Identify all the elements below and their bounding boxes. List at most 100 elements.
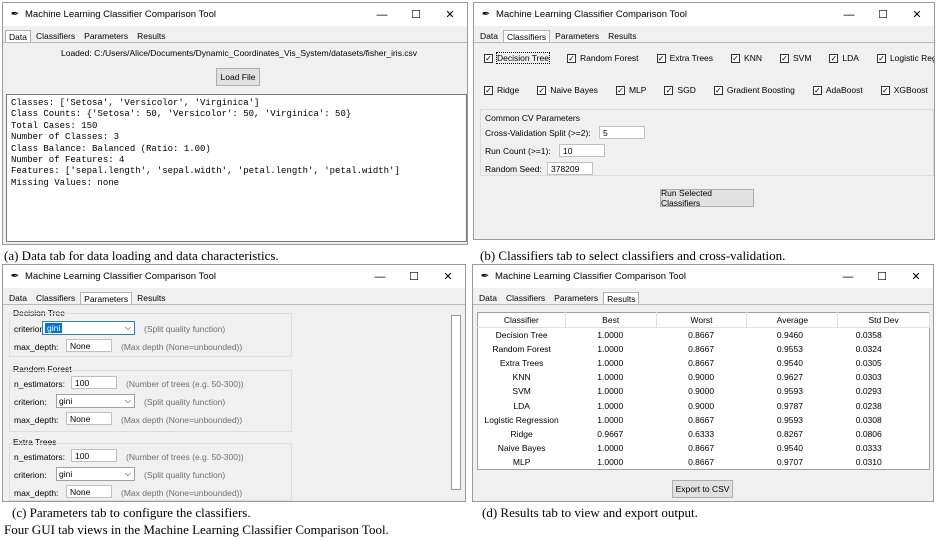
tab-data[interactable]: Data — [476, 29, 502, 42]
et-max-depth-input[interactable]: None — [66, 485, 112, 498]
table-row[interactable]: Ridge 0.9667 0.6333 0.8267 0.0806 — [478, 427, 930, 441]
data-info-textarea[interactable]: Classes: ['Setosa', 'Versicolor', 'Virgi… — [6, 94, 467, 242]
maximize-button[interactable]: ☐ — [397, 265, 431, 288]
classifier-checkbox-label: AdaBoost — [825, 85, 863, 95]
classifier-checkbox-extra-trees[interactable]: ✓ Extra Trees — [656, 53, 713, 63]
results-table: Classifier Best Worst Average Std Dev Decisi… — [477, 312, 930, 470]
rf-n-estimators-input[interactable]: 100 — [71, 376, 117, 389]
table-row[interactable]: Random Forest 1.0000 0.8667 0.9553 0.0324 — [478, 342, 930, 356]
classifier-checkbox-label: LDA — [842, 53, 859, 63]
close-button[interactable]: ✕ — [900, 3, 934, 26]
tab-classifiers[interactable]: Classifiers — [502, 291, 549, 304]
column-header[interactable]: Best — [565, 312, 657, 328]
export-csv-button[interactable]: Export to CSV — [672, 480, 733, 498]
table-row[interactable]: Logistic Regression 1.0000 0.8667 0.9593 0.0… — [478, 413, 930, 427]
tab-classifiers[interactable]: Classifiers — [32, 29, 79, 42]
close-button[interactable]: ✕ — [431, 265, 465, 288]
column-header[interactable]: Average — [746, 312, 839, 328]
checkmark-icon[interactable]: ✓ — [880, 85, 890, 95]
table-row[interactable]: Extra Trees 1.0000 0.8667 0.9540 0.0305 — [478, 356, 930, 370]
classifier-checkbox-knn[interactable]: ✓ KNN — [731, 53, 762, 63]
title-bar: ✒ Machine Learning Classifier Comparison… — [474, 3, 934, 26]
dt-criterion-select[interactable]: gini ⌵ — [42, 321, 135, 335]
table-row[interactable]: Decision Tree 1.0000 0.8667 0.9460 0.0358 — [478, 328, 930, 342]
dt-max-depth-hint: (Max depth (None=unbounded)) — [121, 342, 243, 352]
table-cell: 0.8667 — [688, 329, 715, 340]
classifier-checkbox-naive-bayes[interactable]: ✓ Naive Bayes — [537, 85, 598, 95]
checkmark-icon[interactable]: ✓ — [829, 53, 839, 63]
maximize-button[interactable]: ☐ — [399, 3, 433, 26]
checkmark-icon[interactable]: ✓ — [537, 85, 547, 95]
tab-parameters[interactable]: Parameters — [550, 291, 602, 304]
checkmark-icon[interactable]: ✓ — [713, 85, 723, 95]
minimize-button[interactable]: — — [832, 3, 866, 26]
classifier-checkbox-label: MLP — [628, 85, 647, 95]
classifier-checkbox-lda[interactable]: ✓ LDA — [829, 53, 859, 63]
table-row[interactable]: KNN 1.0000 0.9000 0.9627 0.0303 — [478, 370, 930, 384]
caption-b: (b) Classifiers tab to select classifier… — [480, 248, 786, 263]
classifier-checkbox-mlp[interactable]: ✓ MLP — [615, 85, 647, 95]
minimize-button[interactable]: — — [365, 3, 399, 26]
classifier-checkbox-logistic-regression[interactable]: ✓Logistic Regression — [876, 53, 934, 63]
rf-criterion-select[interactable]: gini ⌵ — [56, 394, 135, 408]
maximize-button[interactable]: ☐ — [865, 265, 899, 288]
checkmark-icon[interactable]: ✓ — [484, 85, 493, 95]
tab-results[interactable]: Results — [133, 29, 169, 42]
classifier-checkbox-gradient-boosting[interactable]: ✓ Gradient Boosting — [713, 85, 795, 95]
random-seed-input[interactable]: 378209 — [547, 162, 593, 175]
cv-split-input[interactable]: 5 — [599, 126, 645, 139]
table-row[interactable]: Naive Bayes 1.0000 0.8667 0.9540 0.0333 — [478, 441, 930, 455]
checkmark-icon[interactable]: ✓ — [484, 53, 493, 63]
load-file-button[interactable]: Load File — [216, 68, 260, 86]
tab-results[interactable]: Results — [604, 29, 640, 42]
column-header[interactable]: Classifier — [477, 312, 566, 328]
table-cell: 0.0310 — [855, 457, 882, 468]
column-header[interactable]: Worst — [656, 312, 748, 328]
run-count-input[interactable]: 10 — [559, 144, 605, 157]
tab-parameters[interactable]: Parameters — [80, 29, 132, 42]
tab-parameters[interactable]: Parameters — [551, 29, 603, 42]
table-cell: 1.0000 — [597, 329, 624, 340]
dt-max-depth-input[interactable]: None — [66, 339, 112, 352]
tab-data[interactable]: Data — [475, 291, 501, 304]
checkmark-icon[interactable]: ✓ — [664, 85, 674, 95]
window-classifiers-tab: ✒ Machine Learning Classifier Comparison… — [473, 2, 935, 240]
classifier-checkbox-svm[interactable]: ✓ SVM — [779, 53, 811, 63]
table-row[interactable]: SVM 1.0000 0.9000 0.9593 0.0293 — [478, 384, 930, 398]
et-n-estimators-input[interactable]: 100 — [71, 449, 117, 462]
rf-max-depth-input[interactable]: None — [66, 412, 112, 425]
results-pane: Classifier Best Worst Average Std Dev Decisi… — [473, 304, 933, 501]
run-selected-classifiers-button[interactable]: Run Selected Classifiers — [660, 188, 754, 208]
minimize-button[interactable]: — — [363, 265, 397, 288]
parameters-scrollbar[interactable] — [451, 315, 461, 490]
checkmark-icon[interactable]: ✓ — [876, 53, 886, 63]
checkmark-icon[interactable]: ✓ — [656, 53, 666, 63]
table-cell: 0.0293 — [855, 386, 882, 397]
minimize-button[interactable]: — — [831, 265, 865, 288]
checkmark-icon[interactable]: ✓ — [615, 85, 625, 95]
column-header[interactable]: Std Dev — [837, 312, 930, 328]
et-max-depth-hint: (Max depth (None=unbounded)) — [121, 488, 243, 498]
tab-data[interactable]: Data — [5, 291, 31, 304]
table-row[interactable]: MLP 1.0000 0.8667 0.9707 0.0310 — [478, 455, 930, 469]
et-criterion-select[interactable]: gini ⌵ — [56, 467, 135, 481]
maximize-button[interactable]: ☐ — [866, 3, 900, 26]
checkmark-icon[interactable]: ✓ — [566, 53, 576, 63]
checkmark-icon[interactable]: ✓ — [779, 53, 789, 63]
classifier-checkbox-xgboost[interactable]: ✓ XGBoost — [880, 85, 928, 95]
checkmark-icon[interactable]: ✓ — [731, 53, 741, 63]
close-button[interactable]: ✕ — [433, 3, 467, 26]
classifier-checkbox-adaboost[interactable]: ✓ AdaBoost — [812, 85, 863, 95]
classifier-checkbox-random-forest[interactable]: ✓ Random Forest — [566, 53, 639, 63]
table-cell: 0.8667 — [688, 414, 715, 425]
classifier-checkbox-sgd[interactable]: ✓ SGD — [664, 85, 696, 95]
table-cell: SVM — [512, 386, 531, 397]
classifier-checkbox-ridge[interactable]: ✓ Ridge — [484, 85, 519, 95]
classifier-checkbox-decision-tree[interactable]: ✓ Decision Tree — [484, 52, 550, 64]
table-cell: 0.9540 — [776, 357, 803, 368]
table-row[interactable]: LDA 1.0000 0.9000 0.9787 0.0238 — [478, 398, 930, 412]
close-button[interactable]: ✕ — [899, 265, 933, 288]
tab-classifiers[interactable]: Classifiers — [32, 291, 79, 304]
checkmark-icon[interactable]: ✓ — [812, 85, 822, 95]
tab-results[interactable]: Results — [133, 291, 169, 304]
